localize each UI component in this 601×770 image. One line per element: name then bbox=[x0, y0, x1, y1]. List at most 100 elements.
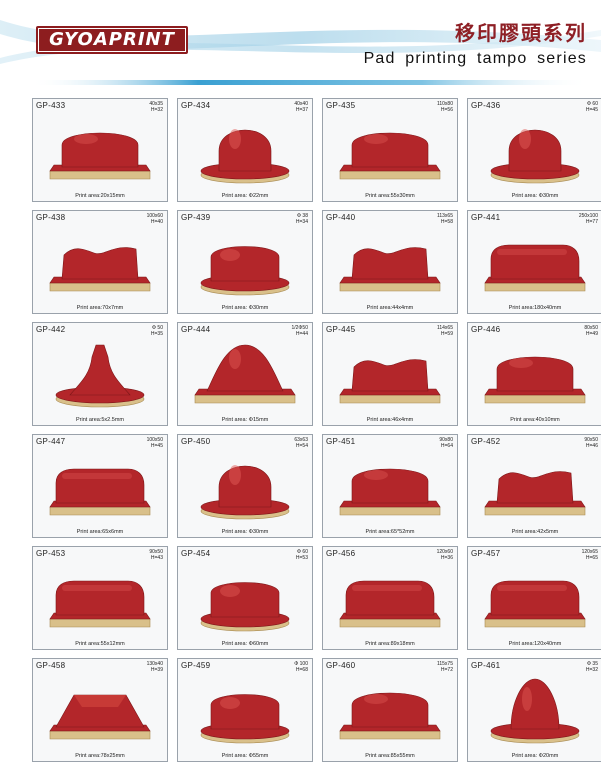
product-card: GP-459 Φ 100 H=68 Print area: Φ55mm bbox=[177, 658, 313, 762]
pad-image bbox=[490, 129, 580, 184]
pad-image bbox=[200, 694, 290, 744]
product-card: GP-456 120x60 H=36 Print area:89x18mm bbox=[322, 546, 458, 650]
product-card: GP-446 80x50 H=49 Print area:40x10mm bbox=[467, 322, 601, 426]
product-grid: GP-433 40x35 H=32 Print area:20x15mm GP-434… bbox=[32, 98, 601, 762]
product-code: GP-436 bbox=[471, 101, 501, 110]
product-card: GP-450 63x63 H=54 Print area: Φ30mm bbox=[177, 434, 313, 538]
pad-image bbox=[339, 359, 441, 404]
pad-image bbox=[339, 247, 441, 292]
product-card: GP-454 Φ 60 H=53 Print area: Φ60mm bbox=[177, 546, 313, 650]
print-area: Print area:78x25mm bbox=[75, 753, 125, 759]
product-card: GP-434 40x40 H=37 Print area: Φ22mm bbox=[177, 98, 313, 202]
print-area: Print area: Φ15mm bbox=[221, 417, 269, 423]
page-title-chinese: 移印膠頭系列 bbox=[455, 21, 587, 45]
print-area: Print area:42x5mm bbox=[511, 529, 559, 535]
pad-image bbox=[200, 582, 290, 632]
pad-image bbox=[339, 692, 441, 740]
product-card: GP-447 100x50 H=45 Print area:65x6mm bbox=[32, 434, 168, 538]
product-card: GP-461 Φ 35 H=32 Print area: Φ20mm bbox=[467, 658, 601, 762]
print-area: Print area:70x7mm bbox=[76, 305, 124, 311]
print-area: Print area:120x40mm bbox=[508, 641, 562, 647]
pad-image bbox=[490, 678, 580, 744]
product-card: GP-433 40x35 H=32 Print area:20x15mm bbox=[32, 98, 168, 202]
product-code: GP-440 bbox=[326, 213, 356, 222]
pad-image bbox=[484, 244, 586, 292]
print-area: Print area:85x55mm bbox=[365, 753, 415, 759]
brand-logo: GYOAPRINT bbox=[36, 26, 188, 54]
pad-image bbox=[200, 246, 290, 296]
product-code: GP-452 bbox=[471, 437, 501, 446]
product-card: GP-458 130x40 H=39 Print area:78x25mm bbox=[32, 658, 168, 762]
product-card: GP-438 100x60 H=40 Print area:70x7mm bbox=[32, 210, 168, 314]
pad-image bbox=[194, 344, 296, 404]
product-card: GP-435 110x80 H=56 Print area:55x30mm bbox=[322, 98, 458, 202]
pad-image bbox=[55, 344, 145, 408]
print-area: Print area: Φ22mm bbox=[221, 193, 269, 199]
product-code: GP-438 bbox=[36, 213, 66, 222]
product-code: GP-447 bbox=[36, 437, 66, 446]
print-area: Print area:55x12mm bbox=[75, 641, 125, 647]
product-card: GP-440 113x65 H=58 Print area:44x4mm bbox=[322, 210, 458, 314]
pad-image bbox=[49, 694, 151, 740]
product-code: GP-454 bbox=[181, 549, 211, 558]
product-code: GP-461 bbox=[471, 661, 501, 670]
print-area: Print area:40x10mm bbox=[510, 417, 560, 423]
pad-image bbox=[339, 132, 441, 180]
pad-image bbox=[484, 580, 586, 628]
print-area: Print area:65x6mm bbox=[76, 529, 124, 535]
product-code: GP-445 bbox=[326, 325, 356, 334]
pad-image bbox=[339, 580, 441, 628]
print-area: Print area:55x30mm bbox=[365, 193, 415, 199]
product-code: GP-450 bbox=[181, 437, 211, 446]
pad-image bbox=[200, 465, 290, 520]
product-card: GP-453 90x50 H=43 Print area:55x12mm bbox=[32, 546, 168, 650]
pad-image bbox=[49, 468, 151, 516]
product-code: GP-433 bbox=[36, 101, 66, 110]
product-card: GP-436 Φ 60 H=45 Print area: Φ30mm bbox=[467, 98, 601, 202]
product-code: GP-458 bbox=[36, 661, 66, 670]
print-area: Print area: Φ60mm bbox=[221, 641, 269, 647]
product-code: GP-460 bbox=[326, 661, 356, 670]
product-card: GP-444 1/2Φ50 H=44 Print area: Φ15mm bbox=[177, 322, 313, 426]
product-code: GP-439 bbox=[181, 213, 211, 222]
pad-image bbox=[49, 132, 151, 180]
pad-image bbox=[49, 580, 151, 628]
print-area: Print area: Φ20mm bbox=[511, 753, 559, 759]
print-area: Print area:20x15mm bbox=[75, 193, 125, 199]
product-code: GP-441 bbox=[471, 213, 501, 222]
pad-image bbox=[484, 356, 586, 404]
print-area: Print area:44x4mm bbox=[366, 305, 414, 311]
pad-image bbox=[484, 471, 586, 516]
product-code: GP-444 bbox=[181, 325, 211, 334]
product-card: GP-439 Φ 38 H=34 Print area: Φ30mm bbox=[177, 210, 313, 314]
product-card: GP-441 250x100 H=77 Print area:180x40mm bbox=[467, 210, 601, 314]
product-card: GP-460 115x75 H=72 Print area:85x55mm bbox=[322, 658, 458, 762]
print-area: Print area:65*52mm bbox=[365, 529, 415, 535]
print-area: Print area: Φ30mm bbox=[221, 305, 269, 311]
product-code: GP-446 bbox=[471, 325, 501, 334]
print-area: Print area:180x40mm bbox=[508, 305, 562, 311]
product-card: GP-445 114x65 H=59 Print area:46x4mm bbox=[322, 322, 458, 426]
product-card: GP-451 90x80 H=64 Print area:65*52mm bbox=[322, 434, 458, 538]
product-code: GP-457 bbox=[471, 549, 501, 558]
print-area: Print area:89x18mm bbox=[365, 641, 415, 647]
product-code: GP-451 bbox=[326, 437, 356, 446]
pad-image bbox=[49, 247, 151, 292]
print-area: Print area:5x2.5mm bbox=[76, 417, 124, 423]
print-area: Print area: Φ30mm bbox=[511, 193, 559, 199]
pad-image bbox=[200, 129, 290, 184]
print-area: Print area: Φ30mm bbox=[221, 529, 269, 535]
product-card: GP-442 Φ 50 H=35 Print area:5x2.5mm bbox=[32, 322, 168, 426]
product-code: GP-442 bbox=[36, 325, 66, 334]
product-card: GP-457 120x65 H=65 Print area:120x40mm bbox=[467, 546, 601, 650]
product-code: GP-456 bbox=[326, 549, 356, 558]
pad-image bbox=[339, 468, 441, 516]
product-code: GP-453 bbox=[36, 549, 66, 558]
product-card: GP-452 90x50 H=46 Print area:42x5mm bbox=[467, 434, 601, 538]
product-code: GP-434 bbox=[181, 101, 211, 110]
product-code: GP-435 bbox=[326, 101, 356, 110]
print-area: Print area:46x4mm bbox=[366, 417, 414, 423]
page-title-english: Pad printing tampo series bbox=[363, 50, 587, 67]
product-code: GP-459 bbox=[181, 661, 211, 670]
print-area: Print area: Φ55mm bbox=[221, 753, 269, 759]
